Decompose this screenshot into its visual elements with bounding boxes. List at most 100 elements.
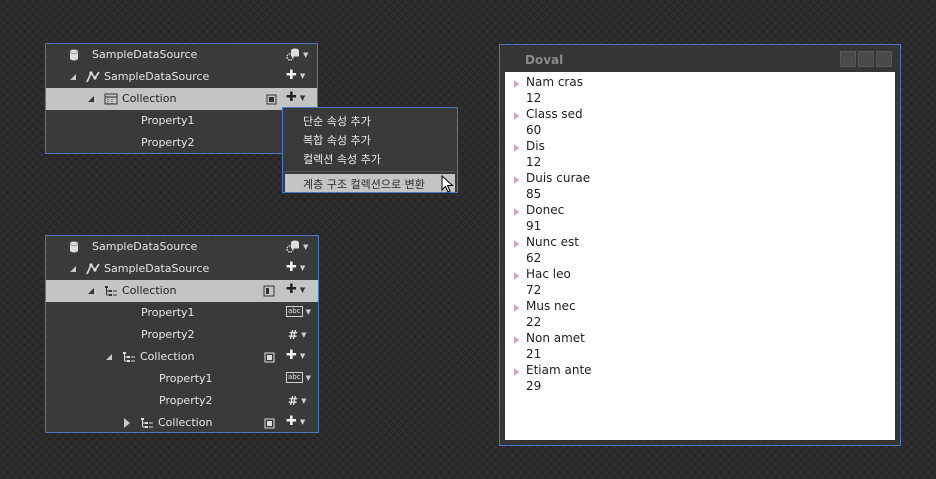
plus-icon: ✚	[286, 282, 297, 297]
add-property-button[interactable]: ✚ ▼	[286, 349, 305, 362]
property-type-button[interactable]: abc ▼	[286, 372, 311, 383]
chevron-down-icon: ▼	[299, 94, 306, 102]
add-property-button[interactable]: ✚ ▼	[286, 414, 306, 429]
tree-row-collection[interactable]: Collection ✚ ▼	[46, 280, 318, 302]
list-canvas: Nam cras 12 Class sed 60 Dis 12 Duis cur…	[505, 72, 895, 440]
tree-row-datasource[interactable]: SampleDataSource ▼	[46, 44, 317, 66]
item-name: Mus nec	[526, 299, 576, 313]
data-source-icon	[86, 262, 100, 276]
menu-item-convert-to-hierarchical-collection[interactable]: 계층 구조 컬렉션으로 변환	[285, 174, 455, 193]
expander-icon[interactable]	[514, 112, 519, 120]
chevron-down-icon: ▼	[299, 418, 306, 426]
item-value: 29	[526, 379, 542, 393]
tree-row-label: Property2	[159, 394, 213, 407]
collapsed-arrow-icon[interactable]	[124, 418, 130, 428]
property-type-button[interactable]: # ▼	[288, 328, 306, 342]
tree-row-label: SampleDataSource	[104, 70, 210, 83]
database-icon	[67, 48, 81, 62]
close-button[interactable]	[876, 51, 892, 67]
item-value: 22	[526, 315, 542, 329]
hierarchy-collection-icon	[140, 416, 154, 430]
item-name: Duis curae	[526, 171, 591, 185]
datasource-options-button[interactable]: ▼	[286, 48, 308, 61]
plus-icon: ✚	[286, 414, 297, 429]
expanded-arrow-icon[interactable]	[88, 96, 94, 102]
tree-row-label: Collection	[140, 350, 195, 363]
menu-item-add-complex-property[interactable]: 복합 속성 추가	[303, 132, 371, 148]
list-item[interactable]: Mus nec 22	[505, 296, 885, 329]
list-item[interactable]: Class sed 60	[505, 104, 885, 137]
expander-icon[interactable]	[514, 176, 519, 184]
expanded-arrow-icon[interactable]	[70, 266, 76, 272]
expander-icon[interactable]	[514, 80, 519, 88]
tree-row-property[interactable]: Property1 abc ▼	[46, 302, 318, 324]
tree-row-label: Collection	[122, 92, 177, 105]
item-name: Non amet	[526, 331, 585, 345]
item-value: 12	[526, 155, 542, 169]
expander-icon[interactable]	[514, 208, 519, 216]
tree-row-datasource[interactable]: SampleDataSource ▼	[46, 236, 318, 258]
property-type-button[interactable]: abc ▼	[286, 306, 311, 317]
tree-row-collection[interactable]: Collection ✚ ▼	[46, 88, 317, 110]
tree-row-property[interactable]: Property1	[46, 110, 317, 132]
expanded-arrow-icon[interactable]	[106, 354, 112, 360]
database-icon[interactable]	[262, 416, 276, 430]
database-icon[interactable]	[262, 350, 276, 364]
list-item[interactable]: Nam cras 12	[505, 72, 885, 105]
list-item[interactable]: Dis 12	[505, 136, 885, 169]
chevron-down-icon: ▼	[303, 50, 309, 59]
expanded-arrow-icon[interactable]	[70, 74, 76, 80]
expander-icon[interactable]	[514, 240, 519, 248]
tree-row-datasource-root[interactable]: SampleDataSource ✚ ▼	[46, 66, 317, 88]
number-type-icon: #	[288, 328, 299, 342]
property-type-button[interactable]: # ▼	[288, 394, 306, 408]
add-property-context-menu: 단순 속성 추가 복합 속성 추가 컬렉션 속성 추가 계층 구조 컬렉션으로 …	[282, 107, 458, 193]
expanded-arrow-icon[interactable]	[88, 288, 94, 294]
tree-row-collection[interactable]: Collection ✚ ▼	[46, 346, 318, 368]
tree-row-label: SampleDataSource	[104, 262, 210, 275]
database-settings-icon	[286, 240, 299, 253]
list-item[interactable]: Nunc est 62	[505, 232, 885, 265]
item-value: 91	[526, 219, 542, 233]
menu-item-add-collection-property[interactable]: 컬렉션 속성 추가	[303, 151, 381, 167]
add-property-button[interactable]: ✚ ▼	[286, 91, 306, 104]
data-panel-bottom: SampleDataSource ▼ SampleDataSource ✚ ▼ …	[45, 235, 319, 433]
item-value: 12	[526, 91, 542, 105]
expander-icon[interactable]	[514, 144, 519, 152]
tree-row-property[interactable]: Property2 # ▼	[46, 324, 318, 346]
expander-icon[interactable]	[514, 304, 519, 312]
list-item[interactable]: Duis curae 85	[505, 168, 885, 201]
expander-icon[interactable]	[514, 368, 519, 376]
database-icon[interactable]	[264, 92, 278, 106]
tree-row-property[interactable]: Property2 # ▼	[46, 390, 318, 412]
chevron-down-icon: ▼	[301, 397, 307, 405]
tree-row-property[interactable]: Property1 abc ▼	[46, 368, 318, 390]
menu-item-label: 계층 구조 컬렉션으로 변환	[303, 178, 425, 191]
chevron-down-icon: ▼	[305, 307, 311, 316]
menu-item-add-simple-property[interactable]: 단순 속성 추가	[303, 113, 371, 129]
chevron-down-icon: ▼	[301, 331, 307, 339]
tree-row-datasource-root[interactable]: SampleDataSource ✚ ▼	[46, 258, 318, 280]
list-item[interactable]: Hac leo 72	[505, 264, 885, 297]
add-property-button[interactable]: ✚ ▼	[286, 282, 305, 297]
list-item[interactable]: Non amet 21	[505, 328, 885, 361]
item-name: Dis	[526, 139, 545, 153]
plus-icon: ✚	[286, 260, 297, 275]
maximize-button[interactable]	[858, 51, 874, 67]
list-item[interactable]: Donec 91	[505, 200, 885, 233]
minimize-button[interactable]	[840, 51, 856, 67]
datasource-options-button[interactable]: ▼	[286, 240, 308, 253]
collection-type-icon[interactable]	[262, 284, 276, 298]
tree-row-property[interactable]: Property2	[46, 132, 317, 154]
expander-icon[interactable]	[514, 336, 519, 344]
list-item[interactable]: Etiam ante 29	[505, 360, 885, 393]
add-property-button[interactable]: ✚ ▼	[286, 69, 305, 82]
item-name: Donec	[526, 203, 565, 217]
tree-row-collection[interactable]: Collection ✚ ▼	[46, 412, 318, 434]
tree-row-label: Collection	[158, 416, 213, 429]
add-property-button[interactable]: ✚ ▼	[286, 260, 305, 275]
expander-icon[interactable]	[514, 272, 519, 280]
chevron-down-icon: ▼	[305, 373, 311, 382]
tree-row-label: Property1	[159, 372, 213, 385]
chevron-down-icon: ▼	[303, 242, 309, 251]
